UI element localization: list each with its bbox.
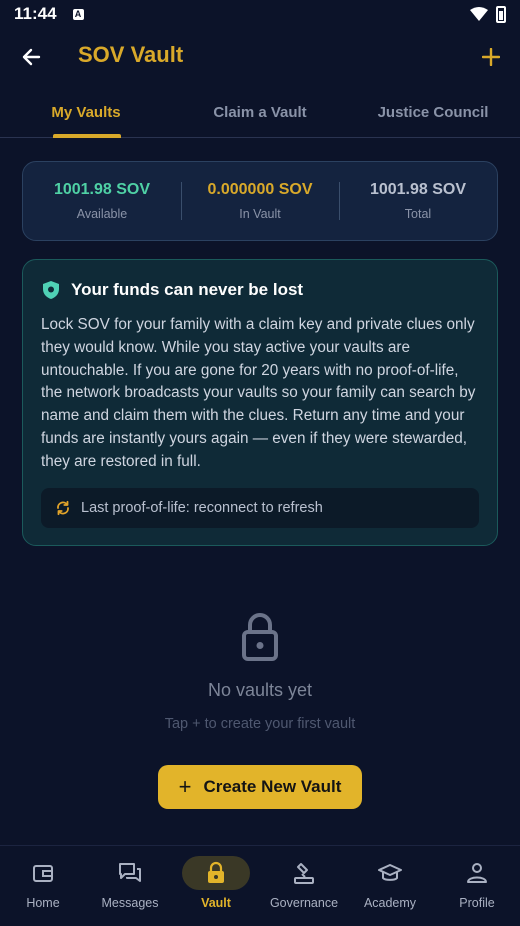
nav-label: Academy: [363, 896, 417, 910]
graduation-cap-icon: [378, 864, 402, 881]
notification-icon: A: [72, 8, 84, 20]
messages-icon: [119, 863, 141, 882]
nav-item-messages[interactable]: Messages: [96, 846, 164, 926]
balance-value: 0.000000 SOV: [207, 181, 313, 198]
status-icons: [470, 5, 506, 23]
nav-icon-container: [9, 856, 77, 890]
info-header: Your funds can never be lost: [41, 280, 479, 300]
nav-label: Governance: [269, 896, 339, 910]
nav-label: Profile: [459, 896, 495, 910]
proof-of-life-status: Last proof-of-life: reconnect to refresh: [41, 488, 479, 528]
tab-my-vaults[interactable]: My Vaults: [40, 92, 132, 138]
balance-in-vault: 0.000000 SOV In Vault: [181, 162, 339, 240]
nav-item-profile[interactable]: Profile: [443, 846, 511, 926]
shield-icon: [43, 281, 59, 299]
status-bar: 11:44 A: [0, 0, 520, 28]
nav-icon-container: [270, 856, 338, 890]
tab-justice-council[interactable]: Justice Council: [366, 92, 500, 138]
battery-icon: [496, 5, 506, 23]
nav-label: Vault: [201, 896, 231, 910]
create-new-vault-button[interactable]: + Create New Vault: [158, 765, 362, 809]
balance-available: 1001.98 SOV Available: [23, 162, 181, 240]
nav-item-vault[interactable]: Vault: [182, 846, 250, 926]
nav-icon-container: [96, 856, 164, 890]
balance-card: 1001.98 SOV Available 0.000000 SOV In Va…: [22, 161, 498, 241]
info-title: Your funds can never be lost: [71, 280, 304, 299]
arrow-left-icon: [22, 48, 41, 66]
nav-icon-container: [182, 856, 250, 890]
balance-label: Available: [76, 207, 128, 221]
gavel-icon: [294, 863, 314, 884]
refresh-icon: [57, 500, 69, 516]
nav-item-home[interactable]: Home: [9, 846, 77, 926]
create-button-label: Create New Vault: [203, 777, 342, 796]
nav-label: Messages: [101, 896, 159, 910]
person-icon: [467, 863, 487, 883]
nav-icon-container: [443, 856, 511, 890]
page-title: SOV Vault: [78, 42, 184, 67]
add-vault-button[interactable]: [478, 44, 504, 70]
proof-of-life-text: Last proof-of-life: reconnect to refresh: [81, 500, 323, 516]
balance-value: 1001.98 SOV: [53, 181, 151, 198]
nav-item-academy[interactable]: Academy: [356, 846, 424, 926]
balance-total: 1001.98 SOV Total: [339, 162, 497, 240]
lock-icon: [208, 861, 224, 883]
status-time: 11:44: [14, 4, 57, 23]
plus-icon: +: [178, 774, 192, 799]
active-tab-indicator: [53, 134, 121, 138]
back-button[interactable]: [18, 44, 44, 70]
info-body: Lock SOV for your family with a claim ke…: [41, 316, 476, 470]
empty-state-subtitle: Tap + to create your first vault: [164, 716, 356, 732]
nav-label: Home: [26, 896, 60, 910]
bottom-nav: Home Messages Vault Governance Academy P…: [0, 845, 520, 926]
balance-label: In Vault: [239, 207, 281, 221]
tab-bar: My Vaults Claim a Vault Justice Council: [0, 92, 520, 138]
nav-item-governance[interactable]: Governance: [266, 846, 342, 926]
tab-claim-a-vault[interactable]: Claim a Vault: [200, 92, 320, 138]
info-card: Your funds can never be lost Lock SOV fo…: [22, 259, 498, 546]
balance-label: Total: [404, 207, 432, 221]
plus-icon: [482, 48, 500, 66]
balance-value: 1001.98 SOV: [369, 181, 467, 198]
lock-icon: [242, 613, 278, 661]
empty-state-title: No vaults yet: [207, 680, 313, 700]
nav-icon-container: [356, 856, 424, 890]
wallet-icon: [33, 865, 53, 882]
app-bar: SOV Vault: [0, 34, 520, 80]
wifi-icon: [470, 7, 488, 21]
